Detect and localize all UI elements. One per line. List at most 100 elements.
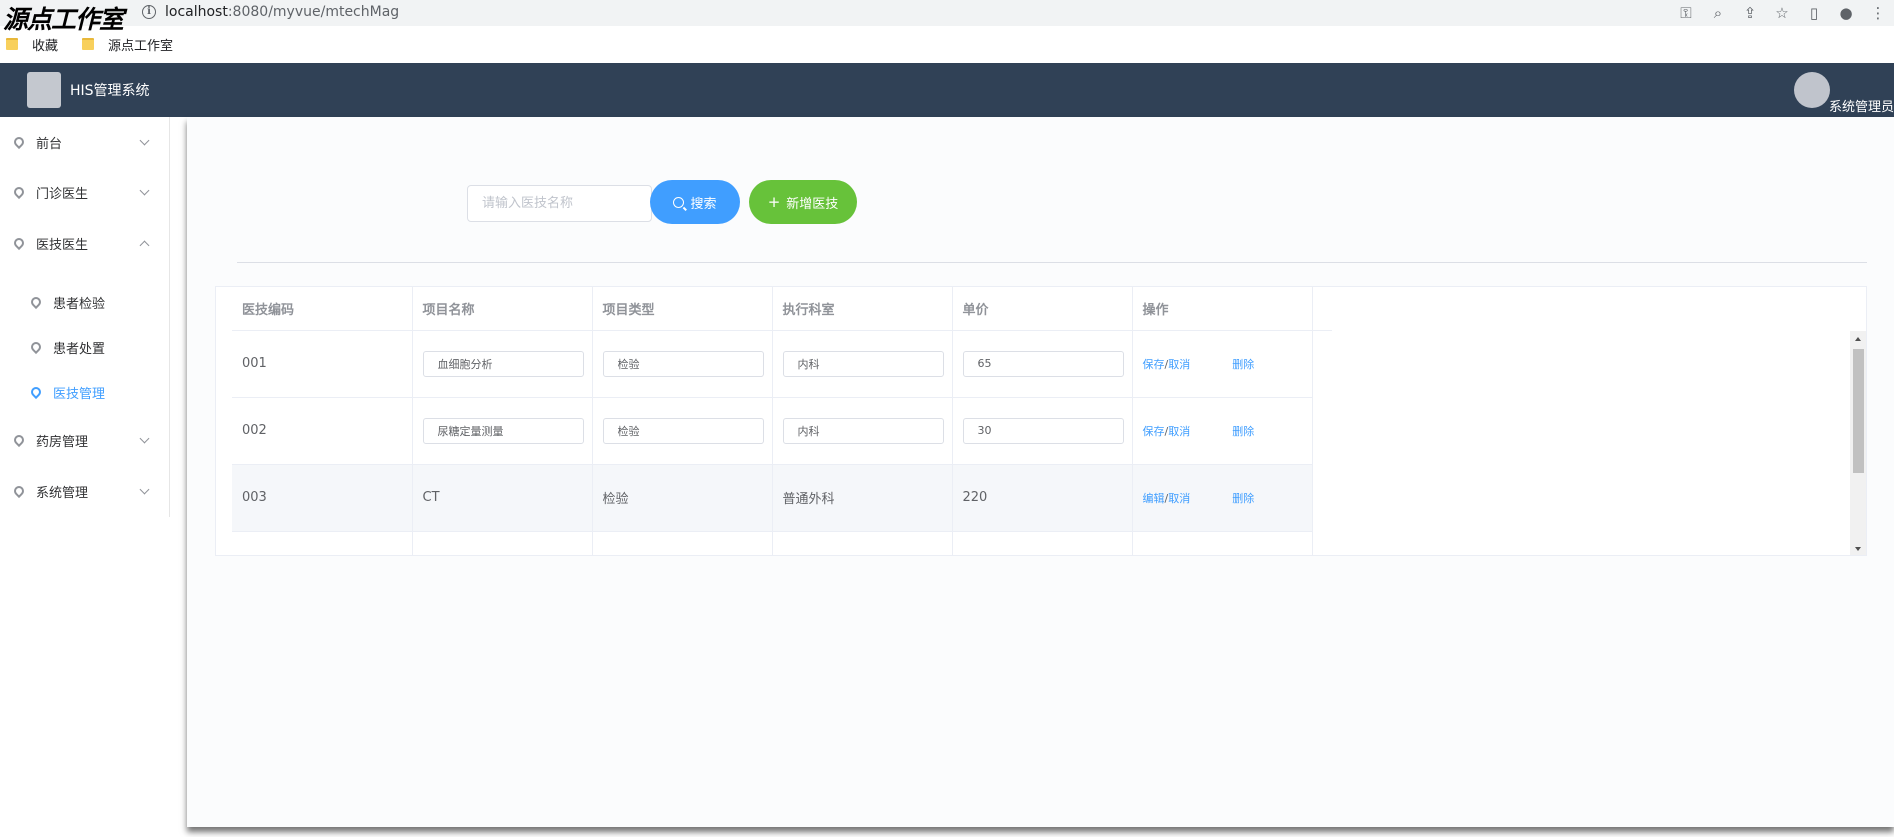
app-logo (27, 72, 61, 108)
price-field[interactable] (962, 350, 1124, 377)
cell-empty (772, 531, 953, 555)
sidebar-item-label: 医技医生 (36, 237, 89, 253)
sidebar-item-medtech-manage[interactable]: 医技管理 (0, 372, 170, 412)
sidebar-item-outpatient[interactable]: 门诊医生 (0, 172, 170, 212)
bookmark-item[interactable]: 源点工作室 (82, 35, 173, 54)
location-icon (28, 294, 44, 310)
cell-actions: 保存/取消 删除 (1132, 397, 1313, 465)
sidebar-item-label: 门诊医生 (36, 186, 89, 202)
scroll-thumb[interactable] (1853, 349, 1864, 473)
table-row: 001 保存/取消删除 (232, 330, 1332, 398)
divider (237, 262, 1867, 263)
cancel-link[interactable]: 取消 (1168, 425, 1190, 438)
cell-name (412, 397, 593, 465)
table-header-row: 医技编码 项目名称 项目类型 执行科室 单价 操作 (232, 287, 1332, 331)
cell-dept (772, 330, 953, 398)
location-icon (28, 384, 44, 400)
sidebar-item-system[interactable]: 系统管理 (0, 471, 170, 511)
search-button-label: 搜索 (690, 196, 717, 212)
cell-type: 检验 (592, 464, 773, 532)
scroll-up-icon[interactable] (1855, 337, 1861, 341)
dept-field[interactable] (782, 350, 944, 377)
chevron-down-icon (139, 185, 150, 196)
browser-toolbar: i localhost:8080/myvue/mtechMag ⚿ ⌕ ⇪ ☆ … (0, 0, 1894, 26)
type-field[interactable] (602, 350, 764, 377)
search-input[interactable] (467, 185, 652, 222)
location-icon (11, 184, 27, 200)
dept-field[interactable] (782, 417, 944, 444)
sidebar-item-pharmacy[interactable]: 药房管理 (0, 420, 170, 460)
name-field[interactable] (422, 417, 584, 444)
scroll-down-icon[interactable] (1855, 547, 1861, 551)
sidebar-item-frontdesk[interactable]: 前台 (0, 122, 170, 162)
app-title: HIS管理系统 (70, 83, 150, 99)
delete-link[interactable]: 删除 (1232, 358, 1254, 371)
chevron-down-icon (139, 484, 150, 495)
cell-actions: 保存/取消 删除 (1132, 330, 1313, 398)
address-bar[interactable]: localhost:8080/myvue/mtechMag (165, 4, 399, 20)
bookmark-item[interactable]: 收藏 (6, 35, 58, 54)
cell-actions: 编辑/取消 删除 (1132, 464, 1313, 532)
key-icon[interactable]: ⚿ (1670, 4, 1702, 22)
url-path: :8080/myvue/mtechMag (227, 4, 400, 20)
folder-icon (82, 38, 95, 50)
medtech-table: 医技编码 项目名称 项目类型 执行科室 单价 操作 001 血细胞分析 检验 内… (215, 286, 1867, 556)
side-panel-icon[interactable]: ▯ (1798, 4, 1830, 22)
star-icon[interactable]: ☆ (1766, 4, 1798, 22)
edit-link[interactable]: 编辑 (1143, 492, 1165, 505)
save-link[interactable]: 保存 (1143, 425, 1165, 438)
column-header-dept: 执行科室 (772, 287, 953, 331)
cell-code: 001 (232, 330, 413, 398)
delete-link[interactable]: 删除 (1232, 492, 1254, 505)
site-info-icon[interactable]: i (142, 5, 156, 19)
search-button[interactable]: 搜索 (650, 180, 740, 224)
cell-code: 003 (232, 464, 413, 532)
sidebar-item-label: 药房管理 (36, 434, 89, 450)
column-header-code: 医技编码 (232, 287, 413, 331)
add-button-label: 新增医技 (786, 196, 839, 212)
row-gutter (1312, 464, 1332, 531)
column-header-type: 项目类型 (592, 287, 773, 331)
bookmark-label: 收藏 (32, 38, 59, 54)
sidebar-item-label: 患者检验 (53, 296, 106, 312)
app-header: HIS管理系统 系统管理员 (0, 63, 1894, 117)
cell-price (952, 330, 1133, 398)
zoom-icon[interactable]: ⌕ (1702, 4, 1734, 22)
sidebar-item-patient-treatment[interactable]: 患者处置 (0, 327, 170, 367)
location-icon (28, 339, 44, 355)
cell-empty (1132, 531, 1313, 555)
row-gutter (1312, 397, 1332, 464)
location-icon (11, 134, 27, 150)
cell-name (412, 330, 593, 398)
delete-link[interactable]: 删除 (1232, 425, 1254, 438)
url-host: localhost (165, 4, 228, 20)
price-field[interactable] (962, 417, 1124, 444)
profile-icon[interactable]: ● (1830, 4, 1862, 22)
share-icon[interactable]: ⇪ (1734, 4, 1766, 22)
menu-icon[interactable]: ⋮ (1862, 4, 1894, 22)
chevron-down-icon (139, 433, 150, 444)
location-icon (11, 235, 27, 251)
table-scrollbar[interactable] (1850, 331, 1866, 555)
cell-empty (592, 531, 773, 555)
user-avatar[interactable] (1794, 72, 1830, 108)
sidebar-item-label: 系统管理 (36, 485, 89, 501)
cancel-link[interactable]: 取消 (1168, 492, 1190, 505)
add-medtech-button[interactable]: + 新增医技 (749, 180, 857, 224)
browser-actions: ⚿ ⌕ ⇪ ☆ ▯ ● ⋮ (1670, 2, 1894, 24)
sidebar-item-label: 医技管理 (53, 386, 106, 402)
cell-code: 002 (232, 397, 413, 465)
user-name[interactable]: 系统管理员 (1829, 96, 1894, 115)
chevron-up-icon (139, 240, 150, 251)
sidebar-item-patient-test[interactable]: 患者检验 (0, 282, 170, 322)
name-field[interactable] (422, 350, 584, 377)
cancel-link[interactable]: 取消 (1168, 358, 1190, 371)
sidebar-item-medtech-doctor[interactable]: 医技医生 (0, 223, 170, 263)
save-link[interactable]: 保存 (1143, 358, 1165, 371)
table-row: 003 CT 检验 普通外科 220 编辑/取消 删除 (232, 464, 1332, 532)
table-row: 002 保存/取消删除 (232, 397, 1332, 465)
cell-dept (772, 397, 953, 465)
column-header-actions: 操作 (1132, 287, 1313, 331)
sidebar: 前台 门诊医生 医技医生 患者检验 患者处置 医技管理 药房管理 系统管理 (0, 117, 170, 517)
type-field[interactable] (602, 417, 764, 444)
